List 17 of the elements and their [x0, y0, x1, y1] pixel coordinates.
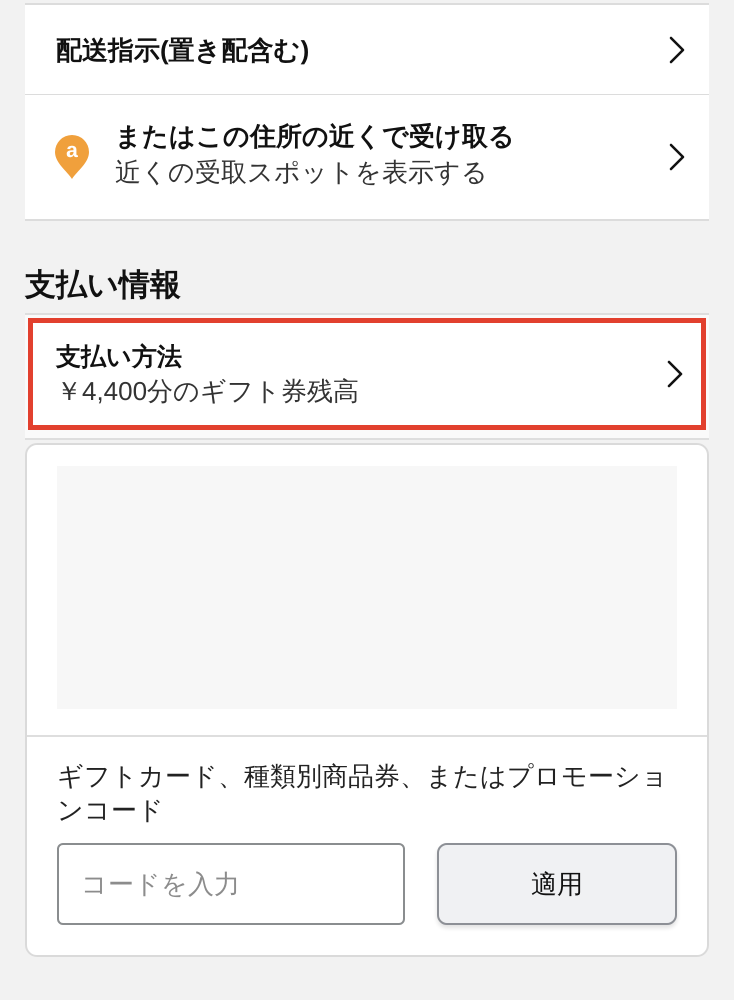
apply-button[interactable]: 適用: [437, 843, 677, 925]
code-input-field[interactable]: コードを入力: [57, 843, 405, 925]
section-heading: 支払い情報: [25, 266, 182, 304]
chevron-right-icon: [667, 360, 683, 388]
promo-label: ギフトカード、種類別商品券、またはプロモーションコード: [57, 760, 669, 827]
delivery-instructions-row[interactable]: 配送指示(置き配含む): [25, 5, 709, 95]
payment-method-row[interactable]: 支払い方法 ￥4,400分のギフト券残高: [28, 318, 706, 430]
pickup-nearby-row[interactable]: a またはこの住所の近くで受け取る 近くの受取スポットを表示する: [25, 95, 709, 219]
row-title: 配送指示(置き配含む): [56, 34, 310, 66]
row-title: またはこの住所の近くで受け取る: [115, 120, 516, 153]
row-title: 支払い方法: [56, 342, 183, 373]
chevron-right-icon: [669, 36, 685, 64]
chevron-right-icon: [669, 143, 685, 171]
row-subtitle: ￥4,400分のギフト券残高: [56, 375, 360, 408]
pin-letter: a: [66, 139, 78, 163]
map-pin-icon: [55, 135, 89, 179]
row-subtitle: 近くの受取スポットを表示する: [115, 156, 489, 189]
